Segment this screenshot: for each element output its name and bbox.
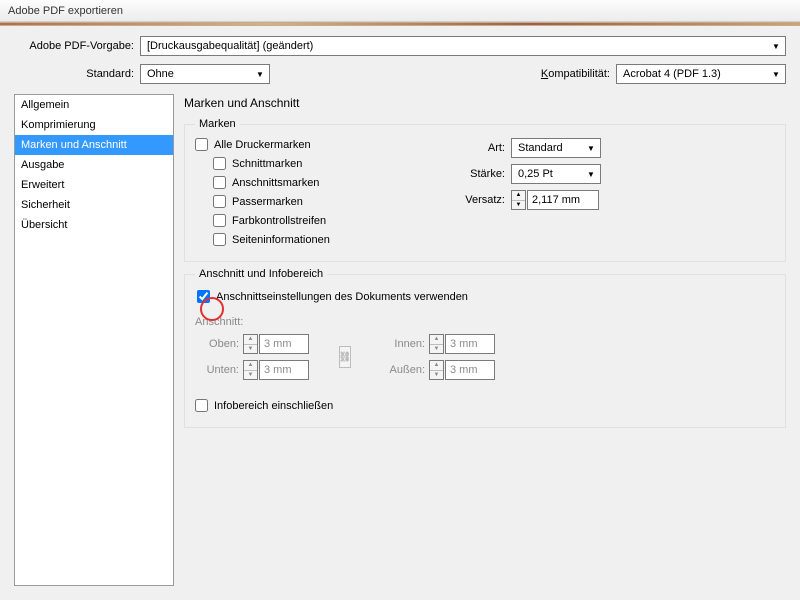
- registration-marks-checkbox[interactable]: [213, 195, 226, 208]
- bleed-subheading: Anschnitt:: [195, 316, 775, 328]
- bleed-outer-field[interactable]: ▲▼: [429, 360, 495, 380]
- mark-type-label: Art:: [455, 142, 505, 154]
- bleed-top-label: Oben:: [195, 338, 239, 350]
- standard-dropdown[interactable]: Ohne ▼: [140, 64, 270, 84]
- bleed-bottom-label: Unten:: [195, 364, 239, 376]
- bleed-top-field[interactable]: ▲▼: [243, 334, 309, 354]
- cut-marks-label: Schnittmarken: [232, 158, 302, 170]
- mark-weight-label: Stärke:: [455, 168, 505, 180]
- color-bars-label: Farbkontrollstreifen: [232, 215, 326, 227]
- sidebar-item-komprimierung[interactable]: Komprimierung: [15, 115, 173, 135]
- sidebar-item-allgemein[interactable]: Allgemein: [15, 95, 173, 115]
- bleed-outer-spinner[interactable]: ▲▼: [429, 360, 444, 380]
- category-sidebar: Allgemein Komprimierung Marken und Ansch…: [14, 94, 174, 586]
- preset-label: Adobe PDF-Vorgabe:: [14, 40, 134, 52]
- window-title: Adobe PDF exportieren: [8, 5, 123, 17]
- bleed-top-spinner[interactable]: ▲▼: [243, 334, 258, 354]
- bleed-bottom-input[interactable]: [259, 360, 309, 380]
- bleed-marks-label: Anschnittsmarken: [232, 177, 319, 189]
- preset-dropdown[interactable]: [Druckausgabequalität] (geändert) ▼: [140, 36, 786, 56]
- bleed-group-label: Anschnitt und Infobereich: [195, 268, 327, 280]
- marks-group-label: Marken: [195, 118, 240, 130]
- include-slug-label: Infobereich einschließen: [214, 400, 333, 412]
- compat-dropdown[interactable]: Acrobat 4 (PDF 1.3) ▼: [616, 64, 786, 84]
- export-pdf-dialog: Adobe PDF exportieren Adobe PDF-Vorgabe:…: [0, 0, 800, 600]
- main-panel: Marken und Anschnitt Marken Alle Drucker…: [184, 94, 786, 586]
- mark-weight-value: 0,25 Pt: [518, 168, 553, 180]
- bleed-outer-label: Außen:: [381, 364, 425, 376]
- marks-group: Marken Alle Druckermarken Schnittmarken: [184, 124, 786, 262]
- compat-label: Kompatibilität:: [541, 68, 610, 80]
- offset-spinner[interactable]: ▲▼: [511, 190, 526, 210]
- panel-heading: Marken und Anschnitt: [184, 94, 786, 124]
- link-bleed-icon[interactable]: ⛓: [339, 346, 351, 368]
- use-doc-bleed-checkbox[interactable]: [197, 290, 210, 303]
- mark-offset-label: Versatz:: [455, 194, 505, 206]
- color-bars-checkbox[interactable]: [213, 214, 226, 227]
- sidebar-item-sicherheit[interactable]: Sicherheit: [15, 195, 173, 215]
- bleed-bottom-spinner[interactable]: ▲▼: [243, 360, 258, 380]
- window-titlebar: Adobe PDF exportieren: [0, 0, 800, 22]
- preset-value: [Druckausgabequalität] (geändert): [147, 40, 313, 52]
- bleed-inner-input[interactable]: [445, 334, 495, 354]
- chevron-down-icon: ▼: [584, 167, 598, 181]
- mark-offset-field[interactable]: ▲▼: [511, 190, 599, 210]
- sidebar-item-uebersicht[interactable]: Übersicht: [15, 215, 173, 235]
- mark-weight-dropdown[interactable]: 0,25 Pt ▼: [511, 164, 601, 184]
- standard-label: Standard:: [14, 68, 134, 80]
- registration-marks-label: Passermarken: [232, 196, 303, 208]
- bleed-bottom-field[interactable]: ▲▼: [243, 360, 309, 380]
- all-marks-label: Alle Druckermarken: [214, 139, 311, 151]
- sidebar-item-marken-anschnitt[interactable]: Marken und Anschnitt: [15, 135, 173, 155]
- include-slug-checkbox[interactable]: [195, 399, 208, 412]
- chevron-down-icon: ▼: [769, 39, 783, 53]
- bleed-inner-spinner[interactable]: ▲▼: [429, 334, 444, 354]
- bleed-group: Anschnitt und Infobereich Anschnittseins…: [184, 274, 786, 428]
- bleed-inner-label: Innen:: [381, 338, 425, 350]
- page-info-checkbox[interactable]: [213, 233, 226, 246]
- chevron-down-icon: ▼: [584, 141, 598, 155]
- all-marks-checkbox[interactable]: [195, 138, 208, 151]
- bleed-top-input[interactable]: [259, 334, 309, 354]
- sidebar-item-ausgabe[interactable]: Ausgabe: [15, 155, 173, 175]
- compat-value: Acrobat 4 (PDF 1.3): [623, 68, 721, 80]
- bleed-outer-input[interactable]: [445, 360, 495, 380]
- mark-offset-input[interactable]: [527, 190, 599, 210]
- mark-type-value: Standard: [518, 142, 563, 154]
- page-info-label: Seiteninformationen: [232, 234, 330, 246]
- use-doc-bleed-label: Anschnittseinstellungen des Dokuments ve…: [216, 291, 468, 303]
- chevron-down-icon: ▼: [769, 67, 783, 81]
- mark-type-dropdown[interactable]: Standard ▼: [511, 138, 601, 158]
- sidebar-item-erweitert[interactable]: Erweitert: [15, 175, 173, 195]
- cut-marks-checkbox[interactable]: [213, 157, 226, 170]
- bleed-marks-checkbox[interactable]: [213, 176, 226, 189]
- chevron-down-icon: ▼: [253, 67, 267, 81]
- standard-value: Ohne: [147, 68, 174, 80]
- bleed-inner-field[interactable]: ▲▼: [429, 334, 495, 354]
